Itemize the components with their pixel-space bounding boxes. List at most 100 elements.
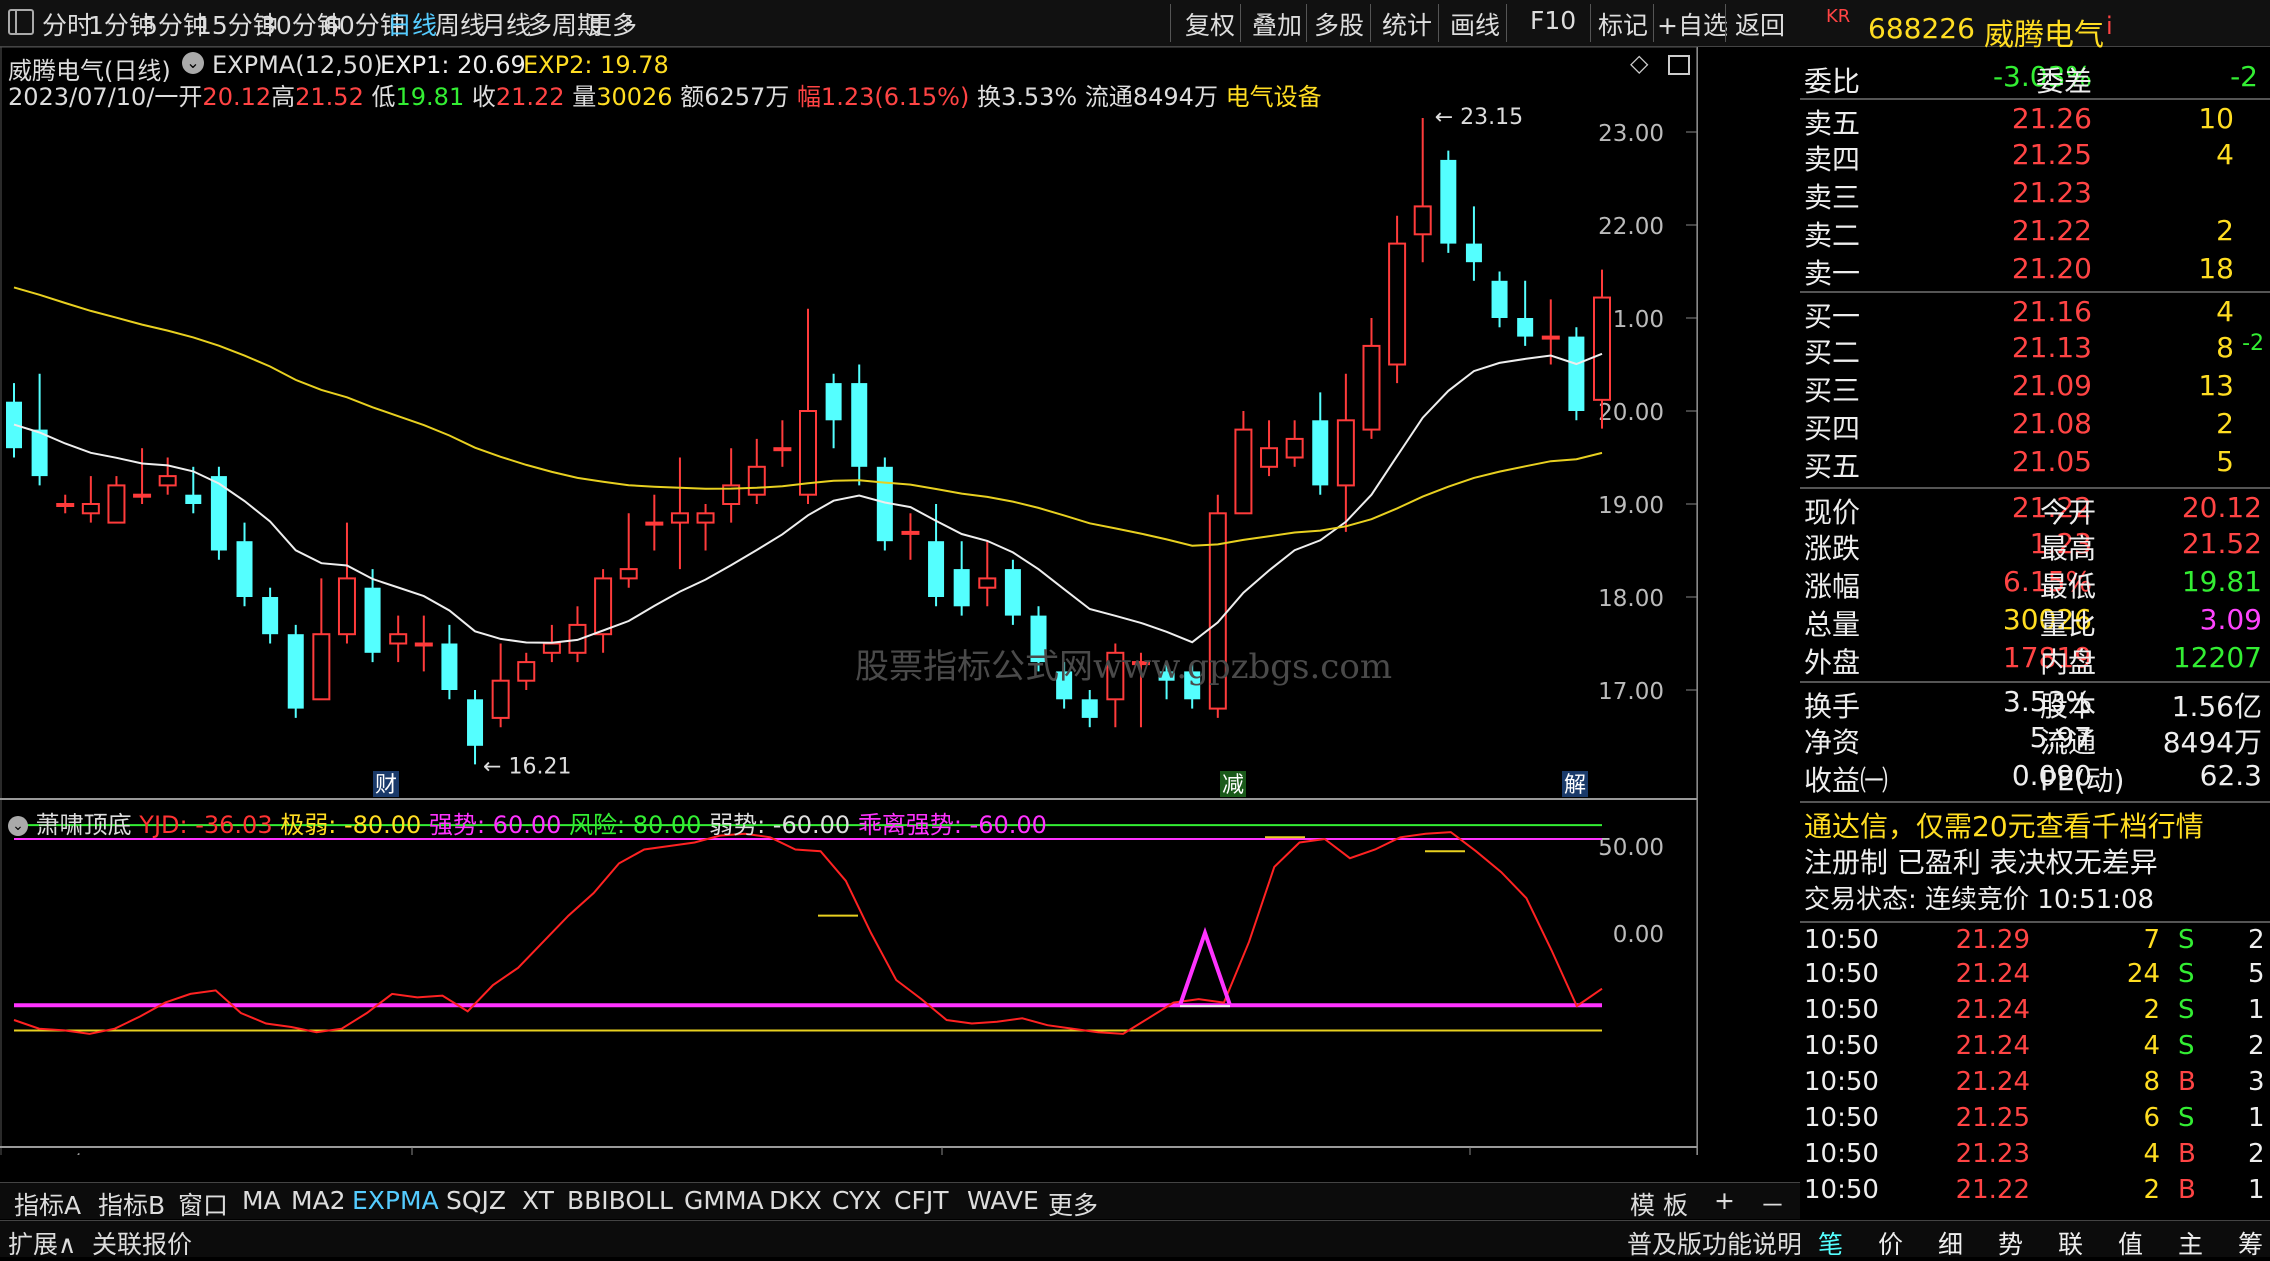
zoom-out-button[interactable]: －: [1760, 1186, 1785, 1222]
tab-xt[interactable]: XT: [522, 1186, 554, 1215]
sell-volume: 10: [2198, 102, 2234, 135]
tick-side: S: [2178, 925, 2195, 955]
sell-price[interactable]: 21.25: [1972, 138, 2092, 171]
tick-side: S: [2178, 959, 2195, 989]
buy-volume: 8: [2216, 331, 2234, 364]
tick-count: 3: [2248, 1067, 2265, 1097]
panel-toggle-icon[interactable]: [1668, 55, 1690, 75]
window-icon[interactable]: [8, 9, 34, 35]
buy-price[interactable]: 21.05: [1972, 445, 2092, 478]
tab-more-indicators[interactable]: 更多: [1048, 1186, 1098, 1222]
indicator-name[interactable]: EXPMA(12,50): [212, 51, 383, 79]
stat-row: 涨跌 1.23 最高 21.52: [1800, 525, 2270, 565]
tick-price: 21.23: [1955, 1139, 2030, 1169]
tick-count: 2: [2248, 1031, 2265, 1061]
time-label: 6: [946, 1153, 960, 1155]
candle-body: [185, 494, 202, 504]
quote-bottom-tabs: 笔价细势联值主筹: [1800, 1220, 2270, 1259]
draw-line-button[interactable]: 画线: [1450, 6, 1500, 42]
candle-body: [337, 577, 356, 636]
restore-rights-button[interactable]: 复权: [1185, 6, 1235, 42]
quote-header: KR 688226 威腾电气 i: [1800, 0, 2270, 53]
tab-bbiboll[interactable]: BBIBOLL: [567, 1186, 673, 1215]
tab-indicator-a[interactable]: 指标A: [14, 1186, 81, 1222]
tab-ma[interactable]: MA: [242, 1186, 281, 1215]
candle-body: [696, 512, 715, 524]
diamond-icon[interactable]: ◇: [1630, 49, 1648, 77]
buy-price[interactable]: 21.16: [1972, 295, 2092, 328]
buy-price[interactable]: 21.09: [1972, 369, 2092, 402]
tab-dkx[interactable]: DKX: [769, 1186, 822, 1215]
add-watchlist-button[interactable]: +自选: [1657, 6, 1728, 42]
float-shares: 流通8494万: [1084, 83, 1218, 111]
tab-monthly[interactable]: 月线: [481, 6, 531, 42]
fundamental-row: 收益㈠ 0.090 PE(动) 62.3: [1800, 757, 2270, 797]
tab-cyx[interactable]: CYX: [832, 1186, 881, 1215]
sell-price[interactable]: 21.26: [1972, 102, 2092, 135]
candlestick-chart[interactable]: 23.0022.0021.0020.0019.0018.0017.00← 23.…: [0, 47, 1698, 1155]
tick-side: S: [2178, 1103, 2195, 1133]
stock-name: 威腾电气: [1984, 18, 2104, 53]
tab-fenshi[interactable]: 分时: [42, 6, 92, 42]
circle-chevron-icon[interactable]: ⌄: [8, 816, 28, 836]
tick-volume: 2: [2143, 1175, 2160, 1205]
sell-row: 卖二 21.22 2: [1800, 212, 2270, 252]
template-button[interactable]: 模 板: [1630, 1186, 1688, 1222]
buy-row: 买二 21.13 8 -2: [1800, 329, 2270, 369]
promo-row: 通达信，仅需20元查看千档行情: [1800, 801, 2270, 843]
stat-value: 21.52: [2181, 527, 2262, 560]
tab-expma[interactable]: EXPMA: [352, 1186, 439, 1215]
sell-price[interactable]: 21.23: [1972, 176, 2092, 209]
candle-body: [414, 642, 433, 647]
tab-gmma[interactable]: GMMA: [684, 1186, 764, 1215]
overlay-button[interactable]: 叠加: [1252, 6, 1302, 42]
tab-cfjt[interactable]: CFJT: [894, 1186, 948, 1215]
fund-label: 收益㈠: [1804, 764, 1889, 797]
price-tick-label: 19.00: [1598, 493, 1664, 519]
tick-time: 10:50: [1804, 1139, 1879, 1169]
tab-window[interactable]: 窗口: [178, 1186, 228, 1222]
sector[interactable]: 电气设备: [1226, 83, 1322, 111]
chevron-down-icon[interactable]: ⌄: [182, 52, 204, 74]
candle-body: [364, 587, 381, 653]
stat-label: 最高: [2040, 532, 2097, 565]
tick-time: 10:50: [1804, 1031, 1879, 1061]
price-tick-label: 20.00: [1598, 400, 1664, 426]
legend-fengxian: 风险: 80.00: [569, 811, 702, 839]
buy-extra: -2: [2242, 331, 2264, 356]
sub-indicator-title[interactable]: 萧啸顶底: [36, 811, 132, 839]
f10-button[interactable]: F10: [1530, 6, 1576, 35]
candle-body: [1517, 318, 1534, 337]
mark-button[interactable]: 标记: [1598, 6, 1648, 42]
low-value: 19.81: [395, 83, 465, 111]
legend-guaili: 乖离强势: -60.00: [857, 811, 1047, 839]
tab-daily[interactable]: 日线: [387, 6, 437, 42]
tick-time: 10:50: [1804, 925, 1879, 955]
buy-price[interactable]: 21.13: [1972, 331, 2092, 364]
buy-volume: 4: [2216, 295, 2234, 328]
tick-row: 10:50 21.24 8 B 3: [1800, 1065, 2270, 1103]
tick-count: 5: [2248, 959, 2265, 989]
tab-ma2[interactable]: MA2: [291, 1186, 346, 1215]
sell-price[interactable]: 21.22: [1972, 214, 2092, 247]
zoom-in-button[interactable]: +: [1714, 1186, 1735, 1215]
fund-value: 8494万: [2162, 726, 2262, 759]
tab-indicator-b[interactable]: 指标B: [98, 1186, 165, 1222]
event-marker: 减: [1222, 773, 1244, 798]
candle-body: [81, 503, 100, 515]
back-button[interactable]: 返回: [1735, 6, 1785, 42]
buy-price[interactable]: 21.08: [1972, 407, 2092, 440]
tab-sqjz[interactable]: SQJZ: [446, 1186, 506, 1215]
candle-body: [978, 577, 997, 589]
fundamental-row: 净资 5.97 流通 8494万: [1800, 719, 2270, 759]
multi-stock-button[interactable]: 多股: [1314, 6, 1364, 42]
tab-wave[interactable]: WAVE: [967, 1186, 1039, 1215]
sell-price[interactable]: 21.20: [1972, 252, 2092, 285]
chevron-right-icon[interactable]: ›: [624, 6, 634, 35]
tab-weekly[interactable]: 周线: [435, 6, 485, 42]
event-marker: 解: [1564, 773, 1586, 798]
tick-volume: 6: [2143, 1103, 2160, 1133]
info-icon[interactable]: i: [2106, 12, 2113, 40]
price-tick-label: 23.00: [1598, 121, 1664, 147]
statistics-button[interactable]: 统计: [1382, 6, 1432, 42]
